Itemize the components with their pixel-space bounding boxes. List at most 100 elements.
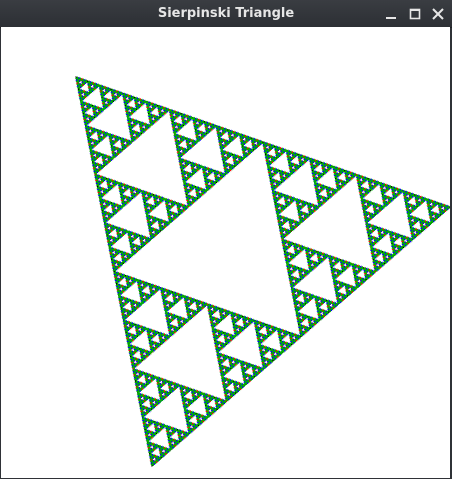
sub-triangle bbox=[85, 102, 90, 107]
sub-triangle bbox=[138, 373, 143, 377]
sub-triangle bbox=[360, 201, 365, 205]
sub-triangle bbox=[150, 405, 154, 410]
sub-triangle bbox=[142, 326, 147, 331]
sub-triangle bbox=[121, 188, 126, 193]
sub-triangle bbox=[139, 240, 144, 245]
sub-triangle bbox=[87, 140, 92, 144]
sub-triangle bbox=[359, 180, 364, 185]
sub-triangle bbox=[318, 194, 323, 199]
sub-triangle bbox=[323, 162, 328, 167]
sub-triangle bbox=[373, 267, 378, 272]
sub-triangle bbox=[317, 160, 322, 165]
sub-triangle bbox=[151, 105, 156, 110]
sub-triangle bbox=[160, 289, 165, 294]
sub-triangle bbox=[85, 130, 90, 135]
sub-triangle bbox=[91, 161, 96, 166]
sub-triangle bbox=[120, 199, 125, 204]
sub-triangle bbox=[97, 163, 102, 168]
sub-triangle bbox=[262, 365, 266, 369]
sub-triangle bbox=[344, 286, 349, 291]
sub-triangle bbox=[303, 328, 308, 333]
sub-triangle bbox=[195, 305, 200, 310]
sub-triangle bbox=[79, 97, 83, 102]
sub-triangle bbox=[156, 421, 160, 426]
sub-triangle bbox=[121, 313, 125, 318]
sub-triangle bbox=[93, 170, 98, 175]
sub-triangle bbox=[244, 135, 249, 139]
sub-triangle bbox=[315, 304, 320, 309]
sub-triangle bbox=[296, 320, 301, 325]
sub-triangle bbox=[331, 275, 336, 280]
sub-triangle bbox=[145, 381, 150, 386]
sub-triangle bbox=[141, 235, 146, 240]
sub-triangle bbox=[233, 332, 238, 337]
sub-triangle bbox=[168, 442, 173, 447]
sub-triangle bbox=[170, 316, 175, 321]
sub-triangle bbox=[198, 192, 203, 197]
sub-triangle bbox=[135, 386, 140, 391]
sub-triangle bbox=[357, 282, 362, 286]
sub-triangle bbox=[120, 182, 124, 187]
sub-triangle bbox=[282, 233, 287, 238]
sub-triangle bbox=[298, 162, 303, 167]
minimize-button[interactable] bbox=[381, 4, 401, 24]
sub-triangle bbox=[95, 182, 100, 187]
sub-triangle bbox=[138, 347, 143, 352]
sub-triangle bbox=[279, 328, 284, 333]
sub-triangle bbox=[123, 186, 128, 191]
maximize-button[interactable] bbox=[405, 4, 425, 24]
sub-triangle bbox=[293, 288, 298, 292]
sub-triangle bbox=[139, 294, 144, 298]
sub-triangle bbox=[159, 340, 164, 345]
sub-triangle bbox=[194, 310, 198, 315]
sub-triangle bbox=[427, 210, 432, 215]
sub-triangle bbox=[141, 121, 145, 126]
sub-triangle bbox=[108, 235, 113, 240]
close-button[interactable] bbox=[428, 4, 448, 24]
sub-triangle bbox=[272, 348, 277, 353]
sub-triangle bbox=[382, 256, 387, 261]
sub-triangle bbox=[127, 236, 132, 241]
drawing-canvas[interactable] bbox=[1, 27, 450, 478]
sub-triangle bbox=[97, 191, 102, 196]
sub-triangle bbox=[128, 324, 133, 329]
sub-triangle bbox=[212, 169, 217, 174]
sub-triangle bbox=[93, 156, 98, 161]
sub-triangle bbox=[133, 345, 137, 350]
sub-triangle bbox=[222, 150, 227, 155]
sub-triangle bbox=[102, 176, 107, 181]
sub-triangle bbox=[295, 300, 300, 305]
sub-triangle bbox=[299, 332, 304, 337]
title-bar[interactable]: Sierpinski Triangle bbox=[0, 0, 452, 28]
sub-triangle bbox=[104, 228, 109, 233]
sub-triangle bbox=[334, 177, 339, 182]
sub-triangle bbox=[316, 196, 321, 201]
sub-triangle bbox=[178, 146, 183, 151]
sub-triangle bbox=[370, 178, 374, 183]
sub-triangle bbox=[333, 188, 338, 193]
sub-triangle bbox=[307, 261, 312, 266]
sub-triangle bbox=[129, 245, 134, 250]
sub-triangle bbox=[126, 116, 131, 121]
sub-triangle bbox=[93, 127, 97, 132]
sub-triangle bbox=[332, 267, 337, 272]
sub-triangle bbox=[217, 137, 222, 141]
sub-triangle bbox=[294, 223, 299, 228]
sub-triangle bbox=[191, 422, 196, 427]
sub-triangle bbox=[335, 183, 340, 188]
sub-triangle bbox=[215, 170, 220, 175]
sub-triangle bbox=[311, 169, 315, 174]
sub-triangle bbox=[266, 360, 271, 365]
sub-triangle bbox=[151, 216, 156, 220]
sub-triangle bbox=[100, 93, 104, 98]
sub-triangle bbox=[181, 203, 186, 208]
sub-triangle bbox=[244, 373, 249, 378]
sub-triangle bbox=[222, 164, 227, 169]
sub-triangle bbox=[294, 294, 299, 299]
sub-triangle bbox=[170, 117, 174, 122]
sub-triangle bbox=[387, 255, 392, 260]
sub-triangle bbox=[129, 299, 134, 303]
sub-triangle bbox=[290, 340, 294, 345]
sub-triangle bbox=[317, 316, 322, 321]
sub-triangle bbox=[385, 186, 389, 191]
